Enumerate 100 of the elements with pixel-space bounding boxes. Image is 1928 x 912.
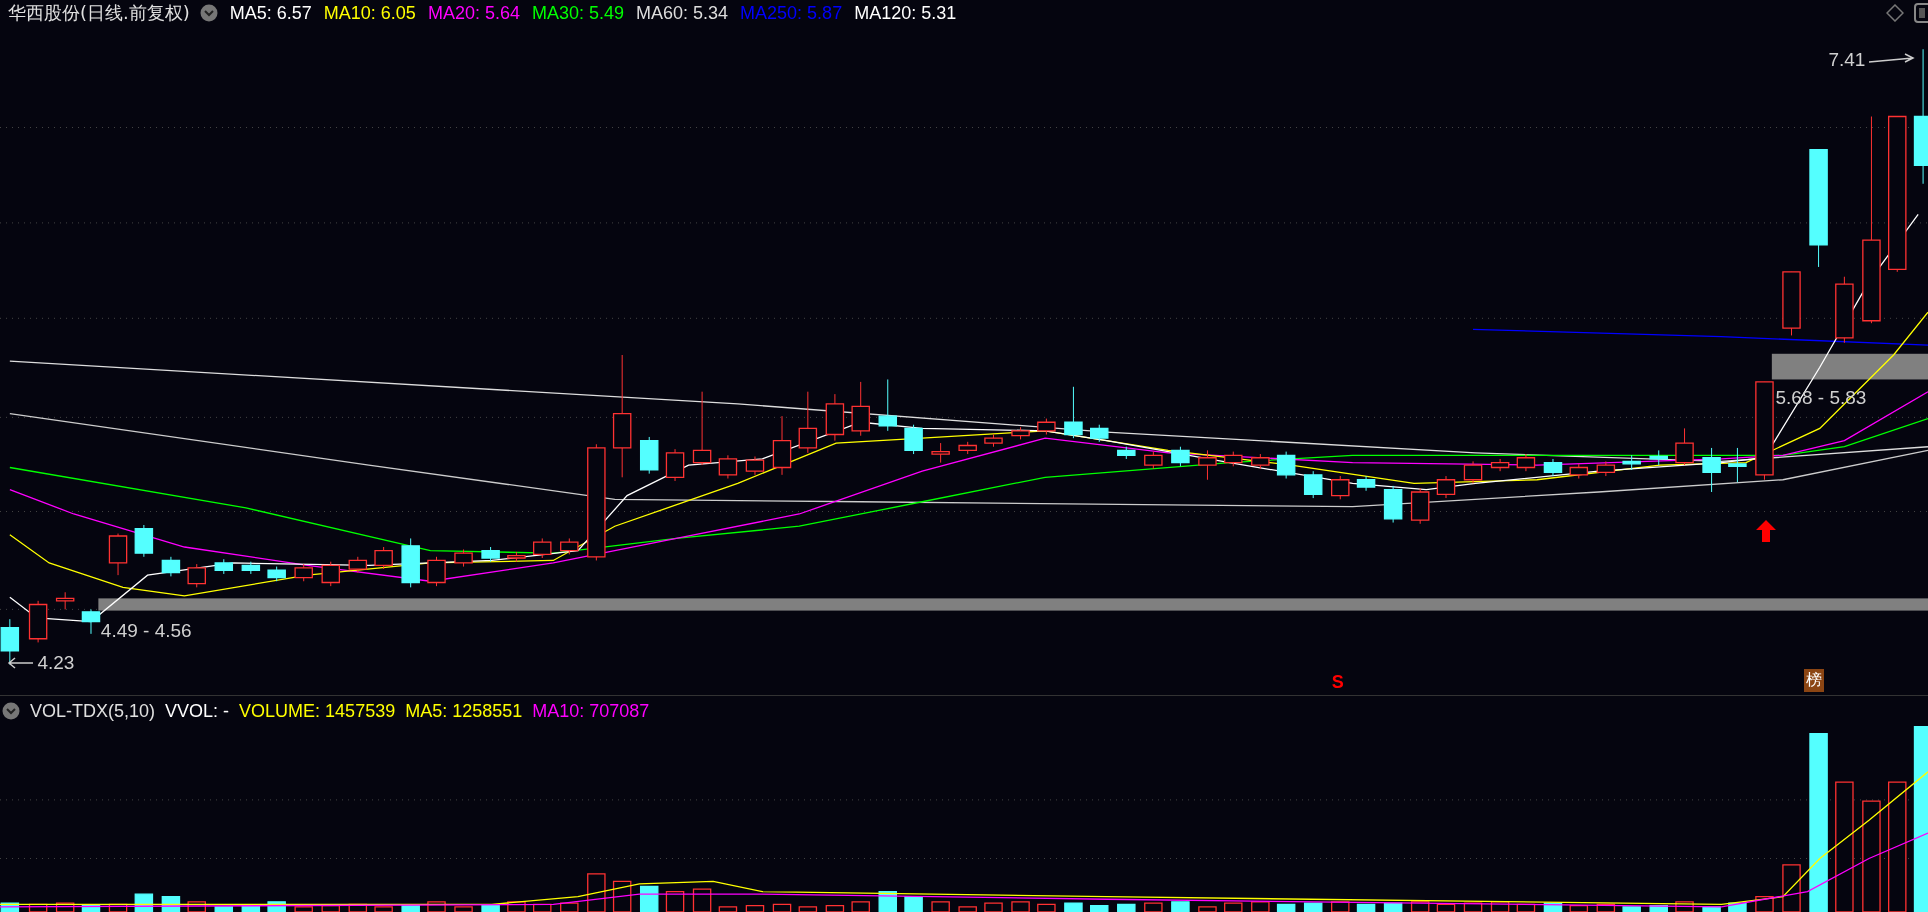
candlestick (1649, 449, 1668, 466)
candlestick (984, 434, 1003, 448)
dropdown-icon[interactable] (2, 702, 20, 720)
volume-bar (374, 906, 393, 912)
candlestick (1596, 460, 1616, 477)
candlestick (401, 537, 420, 588)
volume-bar (1463, 902, 1483, 912)
candlestick (507, 551, 526, 563)
diamond-icon[interactable] (1886, 4, 1904, 22)
candlestick (1835, 276, 1854, 344)
indicator-value: VVOL: - (165, 700, 230, 722)
volume-bar (851, 901, 870, 912)
candlestick (108, 533, 128, 576)
volume-bar (1276, 903, 1296, 912)
candlestick (1569, 463, 1589, 479)
volume-bar (401, 905, 420, 912)
candlestick (851, 381, 870, 437)
volume-bar (533, 903, 552, 912)
volume-bar (1728, 902, 1747, 912)
volume-bar (1144, 902, 1163, 912)
candlestick (958, 441, 977, 455)
volume-bar (214, 906, 234, 912)
volume-bar (294, 906, 313, 912)
volume-bar (1410, 901, 1430, 912)
candlestick (1251, 453, 1270, 470)
volume-bar (1436, 903, 1456, 912)
candlestick (481, 546, 500, 563)
price-label: 4.23 (37, 652, 75, 675)
candlestick (214, 558, 234, 575)
volume-bar (1622, 906, 1641, 912)
volume-bar (1090, 905, 1109, 912)
volume-bar (1356, 903, 1376, 912)
candlestick (241, 561, 261, 575)
candlestick (1490, 458, 1510, 472)
candlestick (1675, 427, 1694, 466)
volume-bar (481, 905, 500, 912)
volume-bar (321, 905, 340, 912)
candlestick (454, 548, 473, 568)
candlestick (294, 563, 313, 582)
candlestick (55, 591, 75, 610)
candlestick (931, 442, 950, 464)
candlestick (1356, 475, 1376, 492)
volume-bar (1117, 903, 1136, 912)
candlestick (665, 448, 685, 482)
candlestick (1516, 453, 1536, 472)
volume-bar (427, 901, 446, 912)
candlestick (1702, 447, 1721, 493)
list-badge: 榜 (1803, 669, 1824, 693)
volume-bar (1198, 906, 1217, 912)
indicator-value: MA20: 5.64 (427, 2, 520, 24)
price-label: 4.49 - 4.56 (100, 620, 192, 643)
candlestick (1410, 487, 1430, 525)
candlestick (1171, 446, 1190, 467)
candlestick (718, 454, 738, 479)
candlestick (560, 537, 579, 555)
volume-bar (1064, 902, 1083, 912)
volume-bar (1782, 864, 1801, 912)
candlestick (1144, 451, 1163, 470)
price-label: 7.41 (1828, 49, 1866, 72)
candlestick (772, 415, 792, 476)
arrow-left-icon (7, 656, 36, 671)
volume-bar (454, 906, 473, 912)
candlestick (187, 563, 206, 588)
volume-bar (587, 873, 606, 912)
volume-bar (745, 905, 765, 912)
candlestick (267, 566, 286, 582)
indicator-value: MA120: 5.31 (854, 2, 957, 24)
volume-bar (958, 906, 977, 912)
candlestick (825, 393, 845, 442)
candlestick (1090, 424, 1109, 443)
candlestick (904, 424, 923, 455)
volume-bar (1331, 901, 1350, 912)
volume-bar (241, 905, 261, 912)
indicator-value: MA5: 1258551 (405, 700, 523, 722)
candlestick (134, 524, 154, 558)
volume-bar (1171, 901, 1190, 912)
indicator-value: MA5: 6.57 (229, 2, 312, 24)
candlestick (1728, 447, 1747, 483)
volume-bar (267, 901, 286, 912)
volume-bar (1037, 903, 1056, 912)
volume-bar (507, 901, 526, 912)
signal-marker: S (1331, 671, 1344, 693)
candlestick (1064, 386, 1083, 439)
volume-bar (81, 905, 101, 912)
volume-bar (1516, 903, 1536, 912)
volume-bar (772, 903, 792, 912)
candlestick (1037, 418, 1056, 435)
stock-title: 华西股份(日线.前复权) (8, 1, 190, 25)
volume-bar (1569, 905, 1589, 912)
volume-bar (348, 903, 368, 912)
volume-bar (1251, 901, 1270, 912)
candlestick (1543, 458, 1563, 477)
candlestick (161, 556, 181, 577)
candlestick (28, 600, 48, 643)
candlestick (348, 556, 368, 574)
dropdown-icon[interactable] (199, 4, 218, 22)
candlestick (1198, 449, 1217, 481)
candlestick (1782, 271, 1801, 336)
volume-bar (28, 903, 48, 912)
volume-bar (1702, 906, 1721, 912)
